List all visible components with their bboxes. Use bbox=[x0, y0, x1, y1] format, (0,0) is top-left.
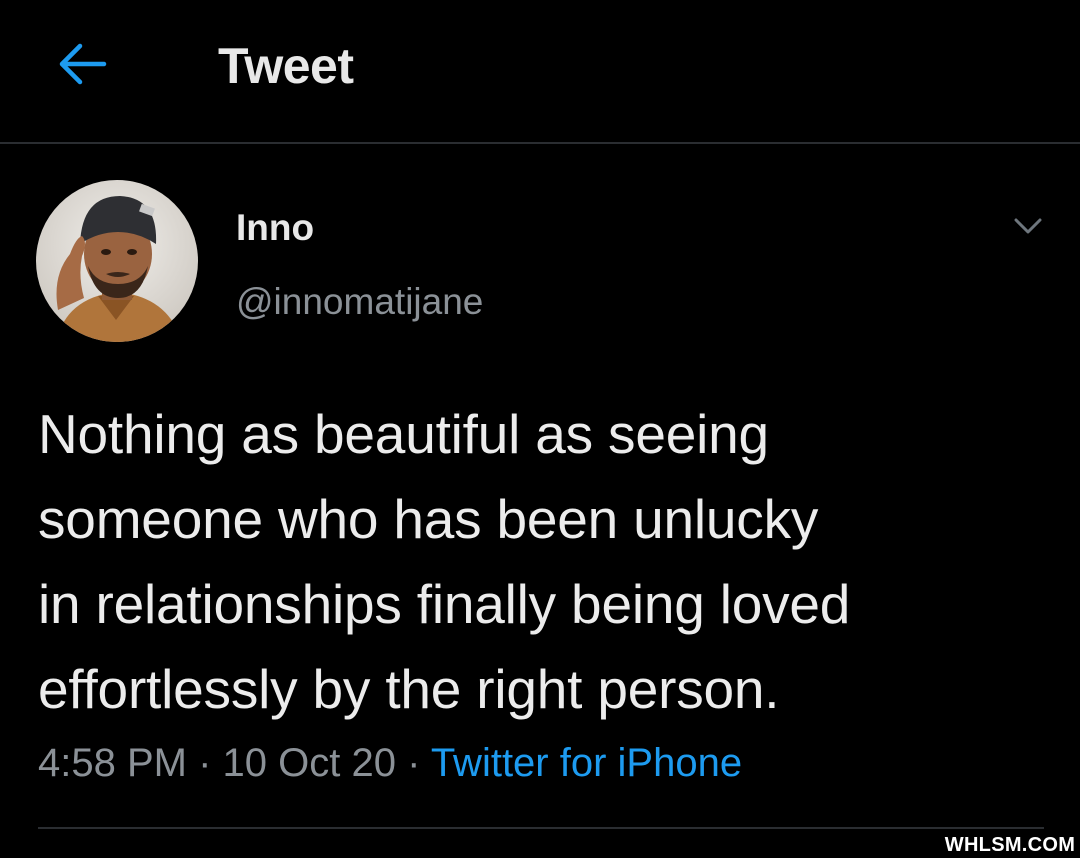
watermark-logo: WHLSM.COM bbox=[940, 832, 1080, 858]
meta-separator: · bbox=[407, 741, 421, 785]
tweet-text: Nothing as beautiful as seeing someone w… bbox=[38, 403, 851, 720]
meta-separator: · bbox=[198, 741, 212, 785]
tweet-source-link[interactable]: Twitter for iPhone bbox=[431, 741, 742, 785]
arrow-left-icon bbox=[59, 43, 107, 85]
profile-photo bbox=[36, 180, 198, 342]
tweet-divider bbox=[38, 827, 1044, 829]
top-bar: Tweet bbox=[0, 0, 1080, 142]
tweet-time: 4:58 PM bbox=[38, 741, 187, 785]
header-divider bbox=[0, 142, 1080, 144]
avatar[interactable] bbox=[36, 180, 198, 342]
author-display-name[interactable]: Inno bbox=[236, 206, 314, 250]
tweet-meta: 4:58 PM · 10 Oct 20 · Twitter for iPhone bbox=[38, 738, 742, 788]
tweet-menu-button[interactable] bbox=[1008, 208, 1048, 244]
page-title: Tweet bbox=[218, 38, 354, 94]
chevron-down-icon bbox=[1014, 218, 1042, 234]
author-handle[interactable]: @innomatijane bbox=[236, 280, 483, 324]
back-button[interactable] bbox=[52, 34, 112, 94]
tweet-date: 10 Oct 20 bbox=[222, 741, 396, 785]
